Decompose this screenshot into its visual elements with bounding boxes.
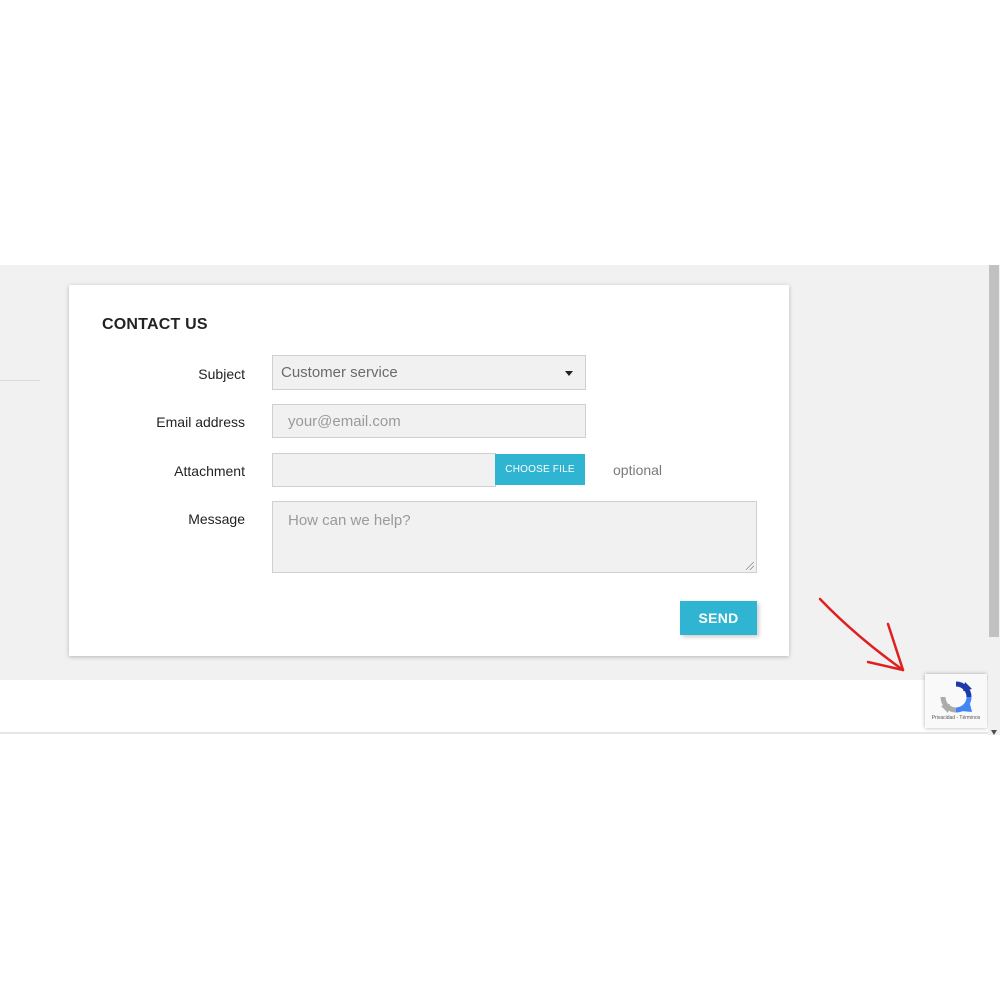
footer-area <box>0 680 988 732</box>
left-divider <box>0 380 40 381</box>
subject-select[interactable]: Customer service <box>272 355 586 390</box>
contact-form-card: CONTACT US Subject Customer service Emai… <box>69 285 789 656</box>
message-textarea[interactable]: How can we help? <box>272 501 757 573</box>
bottom-divider <box>0 732 988 734</box>
resize-grip-icon[interactable] <box>746 562 754 570</box>
attachment-label: Attachment <box>174 463 245 479</box>
scrollbar[interactable] <box>988 265 1000 735</box>
recaptcha-badge[interactable]: Privacidad - Términos <box>925 674 987 728</box>
caret-down-icon <box>565 371 573 376</box>
scroll-thumb[interactable] <box>989 265 999 637</box>
attachment-filename-field[interactable] <box>272 453 496 487</box>
attachment-optional-note: optional <box>613 462 663 478</box>
page-viewport: CONTACT US Subject Customer service Emai… <box>0 265 1000 735</box>
send-button[interactable]: SEND <box>680 601 757 635</box>
recaptcha-privacy-terms[interactable]: Privacidad - Términos <box>925 715 987 721</box>
subject-label: Subject <box>198 366 245 382</box>
choose-file-button[interactable]: CHOOSE FILE <box>495 454 585 485</box>
contact-form-title: CONTACT US <box>102 316 208 333</box>
message-placeholder: How can we help? <box>288 512 411 529</box>
scroll-down-arrow-icon[interactable] <box>991 730 997 735</box>
subject-selected-value: Customer service <box>281 364 398 381</box>
email-input[interactable]: your@email.com <box>272 404 586 438</box>
message-label: Message <box>188 511 245 527</box>
recaptcha-logo-icon <box>940 681 972 713</box>
email-placeholder: your@email.com <box>288 413 401 430</box>
email-label: Email address <box>156 414 245 430</box>
